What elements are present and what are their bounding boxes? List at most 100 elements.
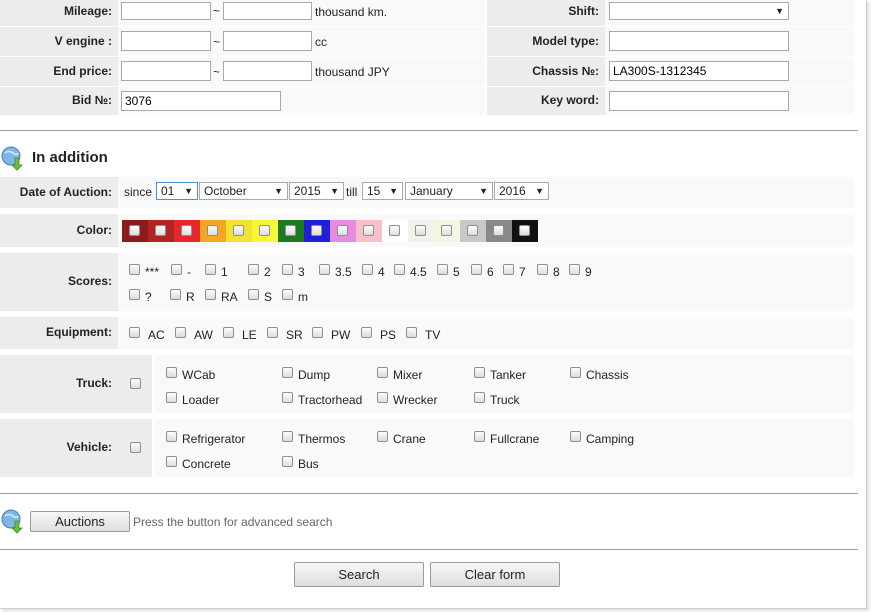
color-swatch[interactable] [278,220,304,242]
since-month-select[interactable]: October ▼ [199,182,288,200]
shift-label: Shift: [487,0,605,26]
vengine-to-input[interactable] [223,31,312,51]
color-checkbox[interactable] [389,225,400,236]
score-checkbox[interactable] [129,264,140,275]
vehicle-all-checkbox[interactable] [130,442,141,453]
vengine-label: V engine : [0,27,118,56]
equipment-checkbox[interactable] [361,327,372,338]
color-swatch[interactable] [486,220,512,242]
truck-option-label: Tractorhead [298,393,363,407]
score-checkbox[interactable] [170,289,181,300]
color-swatch[interactable] [200,220,226,242]
score-checkbox[interactable] [248,264,259,275]
vehicle-checkbox[interactable] [282,456,293,467]
model-type-input[interactable] [609,31,789,51]
truck-all-checkbox[interactable] [130,378,141,389]
score-checkbox[interactable] [282,264,293,275]
color-swatch[interactable] [356,220,382,242]
color-checkbox[interactable] [311,225,322,236]
score-checkbox[interactable] [569,264,580,275]
till-day-select[interactable]: 15 ▼ [362,182,403,200]
chassis-input[interactable] [609,61,789,81]
color-swatch[interactable] [434,220,460,242]
color-swatch[interactable] [408,220,434,242]
truck-checkbox[interactable] [377,367,388,378]
equipment-checkbox[interactable] [175,327,186,338]
color-swatch[interactable] [174,220,200,242]
till-month-select[interactable]: January ▼ [405,182,493,200]
end-price-to-input[interactable] [223,61,312,81]
score-checkbox[interactable] [171,264,182,275]
auctions-button[interactable]: Auctions [30,511,130,532]
color-swatch[interactable] [252,220,278,242]
vehicle-checkbox[interactable] [474,431,485,442]
score-checkbox[interactable] [471,264,482,275]
vehicle-checkbox[interactable] [166,456,177,467]
color-checkbox[interactable] [337,225,348,236]
color-swatch[interactable] [460,220,486,242]
truck-checkbox[interactable] [570,367,581,378]
vengine-from-input[interactable] [121,31,211,51]
score-checkbox[interactable] [362,264,373,275]
score-checkbox[interactable] [205,289,216,300]
equipment-checkbox[interactable] [223,327,234,338]
color-checkbox[interactable] [181,225,192,236]
color-checkbox[interactable] [129,225,140,236]
score-checkbox[interactable] [437,264,448,275]
vehicle-checkbox[interactable] [282,431,293,442]
equipment-checkbox[interactable] [267,327,278,338]
score-checkbox[interactable] [129,289,140,300]
vehicle-checkbox[interactable] [570,431,581,442]
equipment-checkbox[interactable] [406,327,417,338]
vehicle-option-label: Concrete [182,457,231,471]
truck-checkbox[interactable] [166,392,177,403]
score-checkbox[interactable] [282,289,293,300]
color-swatch[interactable] [304,220,330,242]
score-checkbox[interactable] [503,264,514,275]
score-checkbox[interactable] [205,264,216,275]
since-day-select[interactable]: 01 ▼ [156,182,198,200]
color-checkbox[interactable] [363,225,374,236]
score-checkbox[interactable] [248,289,259,300]
till-year-select[interactable]: 2016 ▼ [494,182,549,200]
color-checkbox[interactable] [233,225,244,236]
mileage-to-input[interactable] [223,2,312,20]
vehicle-checkbox[interactable] [166,431,177,442]
score-checkbox[interactable] [394,264,405,275]
mileage-from-input[interactable] [121,2,211,20]
equipment-checkbox[interactable] [312,327,323,338]
truck-checkbox[interactable] [474,392,485,403]
color-checkbox[interactable] [415,225,426,236]
color-checkbox[interactable] [493,225,504,236]
search-button[interactable]: Search [294,562,424,587]
color-swatch[interactable] [122,220,148,242]
color-swatch[interactable] [148,220,174,242]
color-swatch[interactable] [382,220,408,242]
color-swatch[interactable] [512,220,538,242]
score-checkbox[interactable] [319,264,330,275]
vehicle-checkbox[interactable] [377,431,388,442]
color-checkbox[interactable] [207,225,218,236]
truck-checkbox[interactable] [282,367,293,378]
color-checkbox[interactable] [467,225,478,236]
color-checkbox[interactable] [155,225,166,236]
end-price-from-input[interactable] [121,61,211,81]
clear-form-button[interactable]: Clear form [430,562,560,587]
color-checkbox[interactable] [285,225,296,236]
keyword-input[interactable] [609,91,789,111]
color-swatch[interactable] [330,220,356,242]
since-year-select[interactable]: 2015 ▼ [289,182,344,200]
bid-input[interactable] [121,91,281,111]
truck-checkbox[interactable] [282,392,293,403]
truck-checkbox[interactable] [377,392,388,403]
color-swatch[interactable] [226,220,252,242]
equipment-checkbox[interactable] [129,327,140,338]
score-checkbox[interactable] [537,264,548,275]
truck-checkbox[interactable] [474,367,485,378]
color-checkbox[interactable] [441,225,452,236]
color-checkbox[interactable] [519,225,530,236]
color-checkbox[interactable] [259,225,270,236]
end-price-label: End price: [0,57,118,86]
shift-select[interactable]: ▼ [609,2,789,20]
truck-checkbox[interactable] [166,367,177,378]
